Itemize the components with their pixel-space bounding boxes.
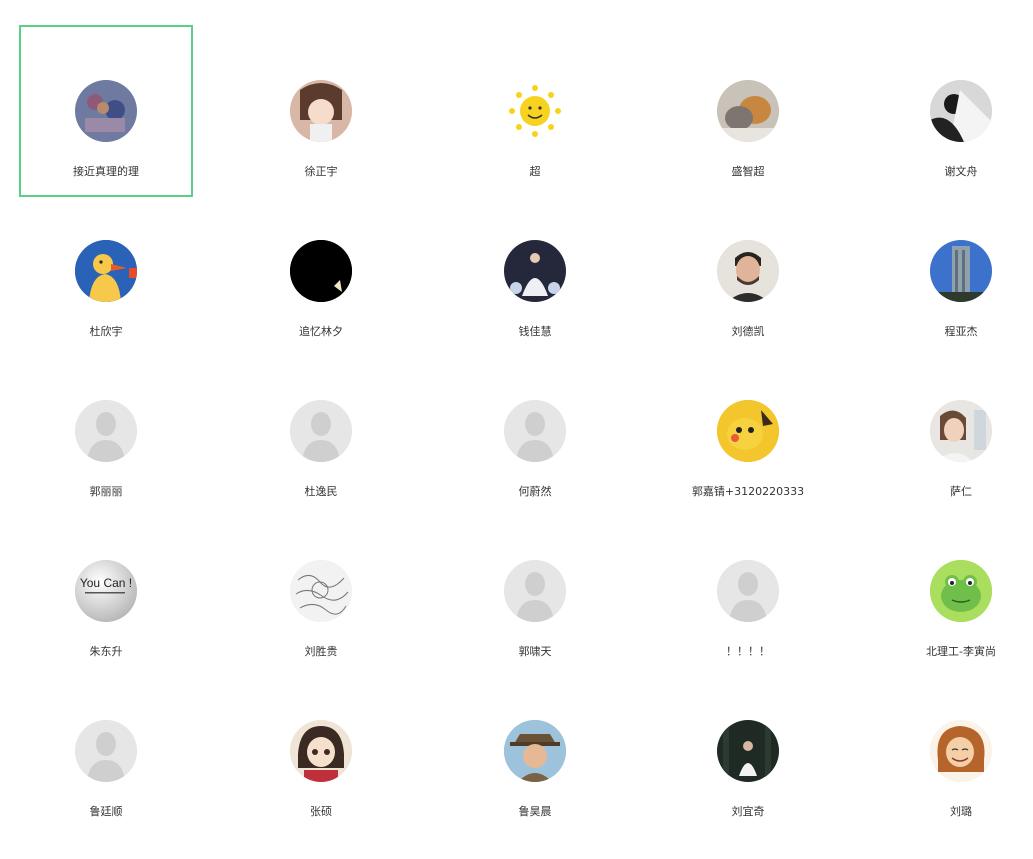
- contact-card[interactable]: 郭丽丽: [19, 345, 193, 517]
- you-can-avatar-icon: You Can !: [75, 560, 137, 622]
- contact-name: 张硕: [310, 805, 332, 818]
- contact-grid: 接近真理的理 徐正宇 超 盛智超 谢文舟 杜欣宇 追忆林夕 钱佳慧 刘德凯 程亚…: [0, 0, 1033, 859]
- anime-girl2-avatar-icon: [290, 720, 352, 782]
- contact-card[interactable]: 郭嘉锖+3120220333: [661, 345, 835, 517]
- contact-name: 鲁廷顺: [89, 805, 123, 818]
- contact-card[interactable]: 鲁廷顺: [19, 665, 193, 837]
- contact-name: 郭嘉锖+3120220333: [691, 485, 805, 498]
- contact-card[interactable]: 杜欣宇: [19, 185, 193, 357]
- contact-card[interactable]: 谢文舟: [874, 25, 1033, 197]
- contact-card[interactable]: 追忆林夕: [234, 185, 408, 357]
- contact-card[interactable]: 郭啸天: [448, 505, 622, 677]
- contact-card[interactable]: 鲁昊晨: [448, 665, 622, 837]
- black-avatar-icon: [290, 240, 352, 302]
- contact-card[interactable]: 刘宜奇: [661, 665, 835, 837]
- contact-card[interactable]: 钱佳慧: [448, 185, 622, 357]
- contact-name: 郭丽丽: [89, 485, 123, 498]
- frog-avatar-icon: [930, 560, 992, 622]
- default-avatar-icon: [75, 400, 137, 462]
- man-photo-avatar-icon: [717, 240, 779, 302]
- contact-card[interactable]: You Can ! 朱东升: [19, 505, 193, 677]
- default-avatar-icon: [75, 720, 137, 782]
- default-avatar-icon: [504, 560, 566, 622]
- contact-name: 郭啸天: [518, 645, 552, 658]
- bw-photo-avatar-icon: [930, 80, 992, 142]
- sun-avatar-icon: [504, 80, 566, 142]
- contact-name: 程亚杰: [944, 325, 978, 338]
- contact-card[interactable]: 何蔚然: [448, 345, 622, 517]
- contact-name: 刘胜贵: [304, 645, 338, 658]
- contact-name: 鲁昊晨: [518, 805, 552, 818]
- duck-avatar-icon: [75, 240, 137, 302]
- contact-card[interactable]: 超: [448, 25, 622, 197]
- contact-card[interactable]: 北理工-李寅尚: [874, 505, 1033, 677]
- contact-card[interactable]: 萨仁: [874, 345, 1033, 517]
- bride-photo-avatar-icon: [504, 240, 566, 302]
- contact-name: 北理工-李寅尚: [926, 645, 996, 658]
- contact-card[interactable]: 盛智超: [661, 25, 835, 197]
- contact-card[interactable]: ！！！！: [661, 505, 835, 677]
- contact-card[interactable]: 刘璐: [874, 665, 1033, 837]
- contact-name: ！！！！: [726, 645, 770, 658]
- dog-photo-avatar-icon: [717, 80, 779, 142]
- contact-name: 追忆林夕: [299, 325, 343, 338]
- you-can-avatar-text: You Can !: [80, 576, 132, 590]
- detective-avatar-icon: [504, 720, 566, 782]
- pikachu-avatar-icon: [717, 400, 779, 462]
- contact-card[interactable]: 刘德凯: [661, 185, 835, 357]
- contact-name: 超: [529, 165, 541, 178]
- building-photo-avatar-icon: [930, 240, 992, 302]
- default-avatar-icon: [504, 400, 566, 462]
- contact-card[interactable]: 徐正宇: [234, 25, 408, 197]
- contact-name: 萨仁: [950, 485, 972, 498]
- contact-card[interactable]: 杜逸民: [234, 345, 408, 517]
- default-avatar-icon: [290, 400, 352, 462]
- contact-card[interactable]: 程亚杰: [874, 185, 1033, 357]
- contact-name: 谢文舟: [944, 165, 978, 178]
- contact-name: 朱东升: [89, 645, 123, 658]
- forest-photo-avatar-icon: [717, 720, 779, 782]
- contact-name: 何蔚然: [518, 485, 552, 498]
- contact-name: 刘璐: [950, 805, 972, 818]
- contact-card[interactable]: 张硕: [234, 665, 408, 837]
- sketch-avatar-icon: [290, 560, 352, 622]
- contact-name: 杜欣宇: [89, 325, 123, 338]
- contact-name: 徐正宇: [304, 165, 338, 178]
- stitch-avatar-icon: [75, 80, 137, 142]
- default-avatar-icon: [717, 560, 779, 622]
- contact-name: 接近真理的理: [73, 165, 139, 178]
- contact-card[interactable]: 接近真理的理: [19, 25, 193, 197]
- anime-girl-avatar-icon: [290, 80, 352, 142]
- child-photo-avatar-icon: [930, 400, 992, 462]
- contact-name: 盛智超: [731, 165, 765, 178]
- cartoon-girl-avatar-icon: [930, 720, 992, 782]
- contact-name: 刘宜奇: [731, 805, 765, 818]
- contact-name: 杜逸民: [304, 485, 338, 498]
- contact-card[interactable]: 刘胜贵: [234, 505, 408, 677]
- contact-name: 刘德凯: [731, 325, 765, 338]
- contact-name: 钱佳慧: [518, 325, 552, 338]
